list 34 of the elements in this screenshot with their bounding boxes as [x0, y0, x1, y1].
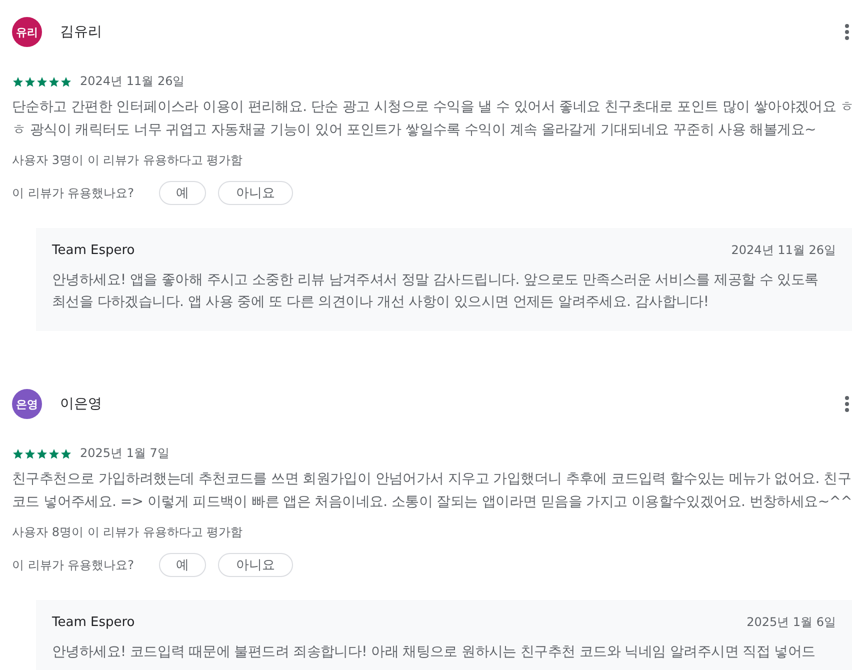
vote-button[interactable]: 아니요: [218, 553, 293, 577]
more-options-icon[interactable]: [845, 24, 849, 40]
star-icon: [24, 76, 36, 88]
author-name: 김유리: [60, 23, 102, 41]
helpful-question: 이 리뷰가 유용했나요?: [12, 556, 135, 574]
star-icon: [60, 448, 72, 460]
more-options-icon[interactable]: [845, 396, 849, 412]
reply-text: 안녕하세요! 코드입력 때문에 불편드려 죄송합니다! 아래 채팅으로 원하시는 친구추천 코드와 닉네임 알려주시면 직접 넣어드: [52, 643, 816, 662]
star-icon: [36, 76, 48, 88]
review-date: 2025년 1월 7일: [80, 445, 170, 462]
author-name: 이은영: [60, 395, 102, 413]
review-date: 2024년 11월 26일: [80, 73, 185, 90]
reply-date: 2025년 1월 6일: [746, 614, 836, 631]
reply-date: 2024년 11월 26일: [731, 242, 836, 259]
reply-text: 안녕하세요! 앱을 좋아해 주시고 소중한 리뷰 남겨주셔서 정말 감사드립니다. 앞으로도 만족스러운 서비스를 제공할 수 있도록 최선을 다하겠습니다. 앱 사용 중에 또 다른 의견이나 개선 사항이 있으시면 언제든 알려주세요. 감사합니다!: [52, 271, 820, 312]
star-icon: [12, 448, 24, 460]
star-icon: [24, 448, 36, 460]
vote-button[interactable]: 예: [159, 553, 206, 577]
star-icon: [48, 448, 60, 460]
review-text: 친구추천으로 가입하려했는데 추천코드를 쓰면 회원가입이 안넘어가서 지우고 가입했더니 추후에 코드입력 할수있는 메뉴가 없어요. 친구코드 넣어주세요. => 이렇게 피드백이 빠른 앱은 처음이네요. 소통이 잘되는 앱이라면 믿음을 가지고 이용할수있겠어요. 번창하세요~^^: [12, 470, 854, 512]
star-icon: [12, 76, 24, 88]
reply-author: Team Espero: [52, 243, 135, 258]
avatar: 유리: [12, 17, 42, 47]
star-icon: [60, 76, 72, 88]
review-text: 단순하고 간편한 인터페이스라 이용이 편리해요. 단순 광고 시청으로 수익을 낼 수 있어서 좋네요 친구초대로 포인트 많이 쌓아야겠어요 ㅎㅎ 광식이 캐릭터도 너무 귀엽고 자동채굴 기능이 있어 포인트가 쌓일수록 수익이 계속 올라갈게 기대되네요 꾸준히 사용 해볼게요~: [12, 98, 855, 140]
reply-author: Team Espero: [52, 615, 135, 630]
vote-button[interactable]: 아니요: [218, 181, 293, 205]
helpful-count: 사용자 8명이 이 리뷰가 유용하다고 평가함: [12, 524, 244, 541]
helpful-count: 사용자 3명이 이 리뷰가 유용하다고 평가함: [12, 152, 244, 169]
avatar: 은영: [12, 389, 42, 419]
vote-button[interactable]: 예: [159, 181, 206, 205]
helpful-question: 이 리뷰가 유용했나요?: [12, 184, 135, 202]
star-icon: [48, 76, 60, 88]
star-icon: [36, 448, 48, 460]
